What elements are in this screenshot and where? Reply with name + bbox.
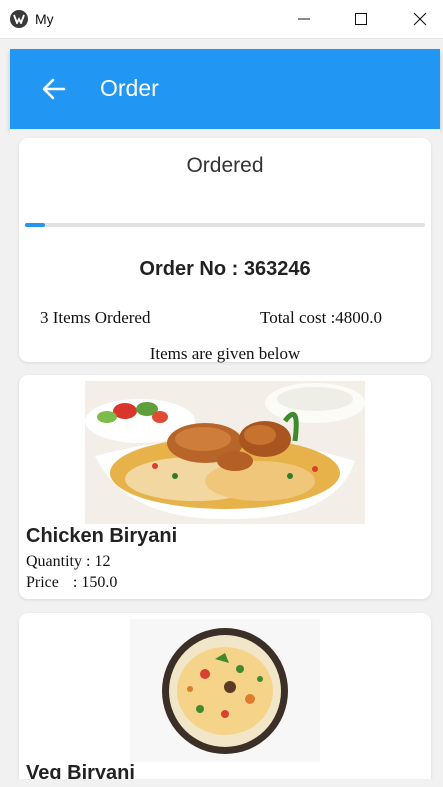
app-bar: Order: [10, 49, 440, 129]
item-name: Veg Biryani: [26, 762, 135, 779]
minimize-button[interactable]: [281, 0, 327, 38]
app-logo-icon: [10, 10, 28, 28]
close-button[interactable]: [397, 0, 443, 38]
item-name: Chicken Biryani: [26, 525, 178, 547]
order-number: Order No : 363246: [139, 258, 311, 280]
order-progress-fill: [25, 223, 45, 227]
page-title: Order: [100, 75, 159, 101]
close-icon: [413, 12, 427, 26]
chicken-biryani-image: [85, 381, 365, 524]
item-quantity: Quantity : 12: [26, 553, 111, 570]
maximize-button[interactable]: [338, 0, 384, 38]
item-price: Price : 150.0: [26, 574, 117, 592]
veg-biryani-image: [130, 619, 320, 762]
item-price-label: Price: [26, 574, 59, 591]
arrow-back-icon: [42, 78, 66, 100]
window-title: My: [35, 11, 54, 27]
order-status-label: Ordered: [186, 154, 264, 177]
items-ordered-count: 3 Items Ordered: [40, 308, 151, 327]
maximize-icon: [355, 13, 367, 25]
items-note: Items are given below: [149, 344, 301, 363]
order-item-card[interactable]: Chicken Biryani Quantity : 12 Price : 150…: [19, 375, 431, 599]
item-price-value: : 150.0: [72, 574, 118, 591]
order-status-card: Ordered Order No : 363246 3 Items Ordere…: [19, 138, 431, 363]
total-cost: Total cost :4800.0: [260, 308, 383, 327]
order-content[interactable]: Ordered Order No : 363246 3 Items Ordere…: [10, 129, 440, 779]
order-progress-bar: [25, 223, 425, 227]
window-titlebar: My: [0, 0, 443, 39]
minimize-icon: [298, 18, 310, 20]
order-item-card[interactable]: Veg Biryani: [19, 613, 431, 779]
back-button[interactable]: [40, 75, 70, 103]
